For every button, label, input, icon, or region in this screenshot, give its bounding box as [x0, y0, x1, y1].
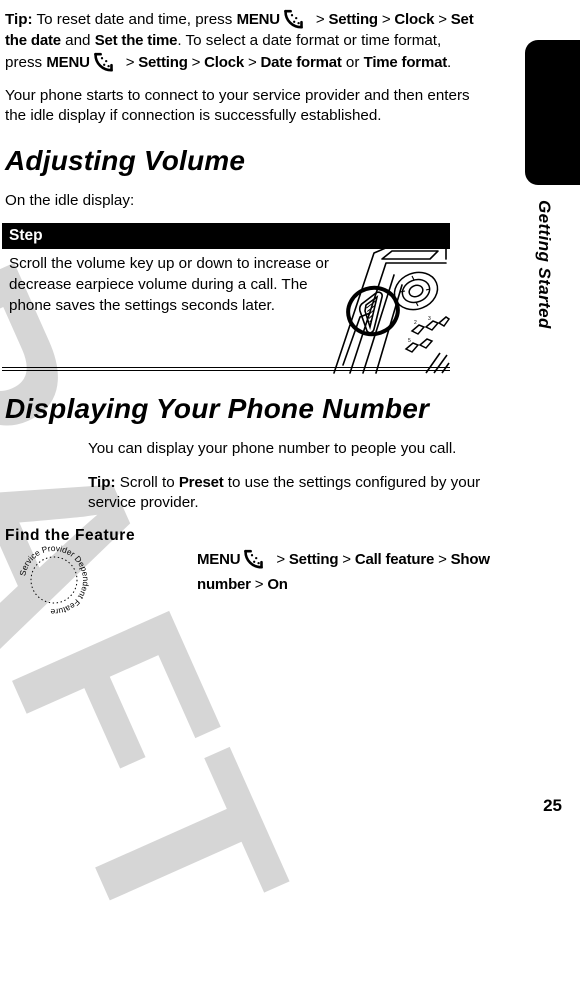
- tip2-text-1: Scroll to: [115, 473, 179, 491]
- table-row: Scroll the volume key up or down to incr…: [2, 246, 451, 374]
- tip-paragraph: Tip: To reset date and time, press MENU …: [0, 0, 500, 74]
- phone-number-paragraph: You can display your phone number to peo…: [88, 440, 457, 457]
- tip-period: .: [447, 53, 452, 71]
- chapter-tab-marker: [525, 40, 580, 185]
- setting-label-1: Setting: [328, 11, 378, 28]
- phone-number-tip: Tip: Scroll to Preset to use the setting…: [88, 473, 482, 514]
- date-format-label: Date format: [260, 53, 342, 71]
- menu-key-icon: [241, 549, 271, 571]
- step-table: Step Scroll the volume key up or down to…: [0, 223, 500, 374]
- separator-4: >: [121, 53, 139, 71]
- separator-2: >: [377, 11, 395, 28]
- conjunction-and: and: [60, 32, 95, 49]
- tip-text-1: To reset date and time, press: [32, 11, 237, 28]
- service-provider-dependent-feature-badge: Service Provider Dependent Feature: [12, 538, 96, 622]
- find-the-feature-path: MENU > Setting > Call feature > Show num…: [197, 547, 497, 597]
- separator-7: >: [272, 550, 289, 568]
- body-paragraph: Your phone starts to connect to your ser…: [5, 86, 470, 125]
- separator-3: >: [434, 11, 451, 28]
- separator-5: >: [187, 53, 205, 71]
- separator-6: >: [244, 53, 261, 71]
- conjunction-or: or: [341, 53, 364, 71]
- menu-key-icon: [91, 52, 121, 74]
- phone-number-body: You can display your phone number to peo…: [0, 439, 500, 514]
- phone-volume-key-illustration: 2 3 5: [330, 245, 451, 375]
- chapter-title: Getting Started: [535, 200, 554, 329]
- svg-text:5: 5: [408, 338, 411, 344]
- page-content: Tip: To reset date and time, press MENU …: [0, 0, 500, 593]
- separator-9: >: [434, 550, 451, 568]
- section-heading-displaying-your-phone-number: Displaying Your Phone Number: [5, 393, 430, 424]
- menu-label-1: MENU: [236, 11, 281, 28]
- page-number: 25: [543, 796, 562, 815]
- svg-text:Service Provider Dependent Fea: Service Provider Dependent Feature: [17, 543, 91, 617]
- setting-label-2: Setting: [138, 53, 188, 71]
- preset-label: Preset: [178, 473, 224, 491]
- on-label: On: [267, 575, 288, 593]
- menu-label-3: MENU: [197, 550, 241, 568]
- menu-key-icon: [281, 9, 311, 31]
- idle-display-intro: On the idle display:: [5, 191, 135, 209]
- chapter-sidebar: Getting Started: [500, 0, 580, 830]
- section-heading-adjusting-volume: Adjusting Volume: [5, 144, 246, 176]
- svg-text:2: 2: [414, 320, 417, 326]
- separator-10: >: [250, 575, 268, 593]
- tip-label: Tip:: [5, 11, 33, 28]
- setting-label-3: Setting: [288, 550, 339, 568]
- svg-text:3: 3: [428, 316, 431, 322]
- tip-label-2: Tip:: [88, 473, 116, 491]
- table-cell-step-text: Scroll the volume key up or down to incr…: [9, 255, 329, 314]
- set-the-time-label: Set the time: [94, 32, 178, 49]
- menu-label-2: MENU: [46, 53, 90, 71]
- call-feature-label: Call feature: [354, 550, 435, 568]
- clock-label-2: Clock: [204, 53, 245, 71]
- separator-8: >: [338, 550, 355, 568]
- clock-label-1: Clock: [394, 11, 435, 28]
- separator-1: >: [311, 11, 329, 28]
- time-format-label: Time format: [363, 53, 448, 71]
